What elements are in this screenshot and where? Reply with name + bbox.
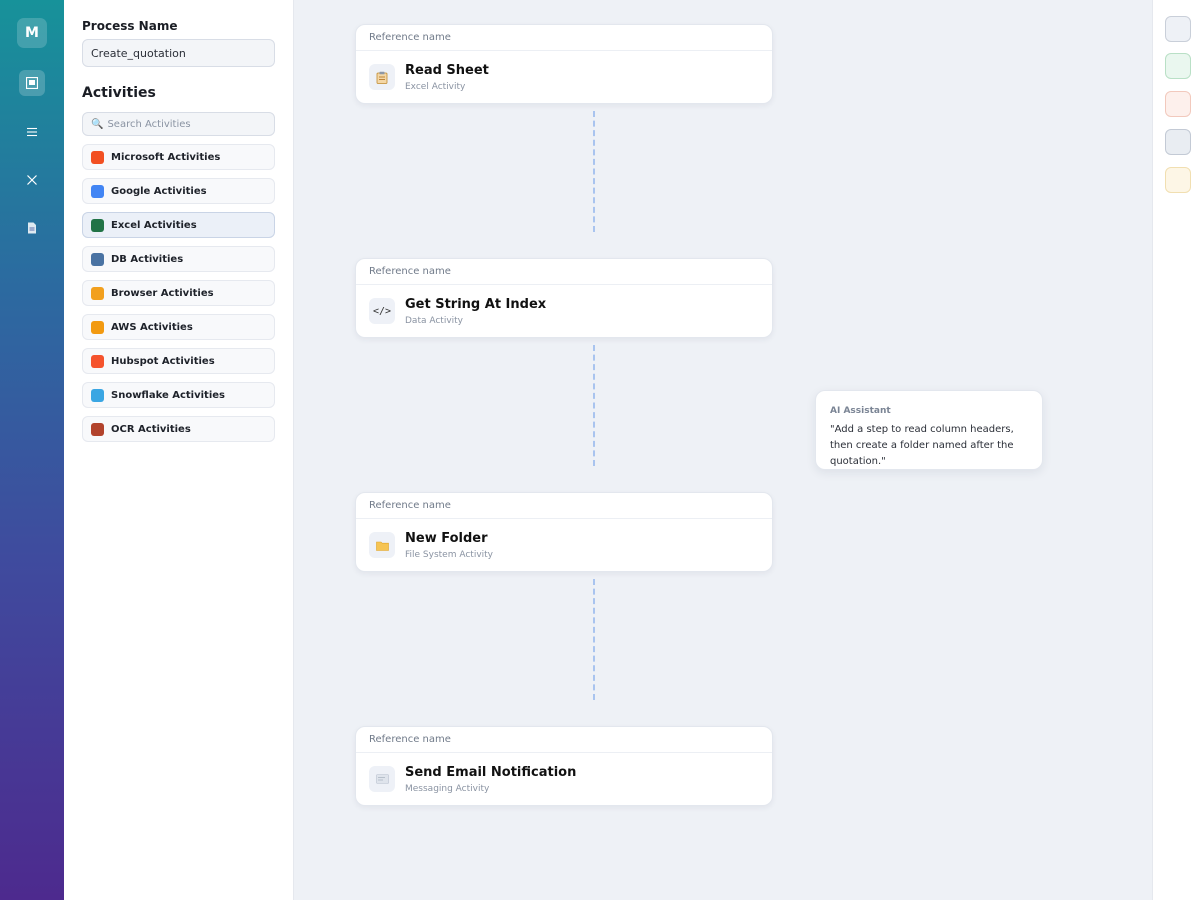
step-title: New Folder [405, 531, 488, 546]
step-reference-name: Reference name [356, 259, 772, 285]
category-label: Hubspot Activities [111, 355, 215, 367]
category-aws[interactable]: AWS Activities [82, 314, 275, 340]
browser-icon [91, 286, 104, 300]
step-type: Excel Activity [405, 82, 466, 92]
category-label: Snowflake Activities [111, 389, 225, 401]
ai-assistant-title: AI Assistant [830, 406, 891, 416]
category-ocr[interactable]: OCR Activities [82, 416, 275, 442]
category-label: Google Activities [111, 185, 207, 197]
tool-slate-button[interactable] [1165, 129, 1191, 155]
category-label: OCR Activities [111, 423, 191, 435]
category-label: AWS Activities [111, 321, 193, 333]
ocr-icon [91, 422, 104, 436]
category-browser[interactable]: Browser Activities [82, 280, 275, 306]
ai-assistant-message: "Add a step to read column headers, then… [830, 424, 1014, 467]
magnifier-icon: 🔍 [91, 118, 104, 130]
activities-sidebar: Process Name Activities 🔍 Microsoft Acti… [64, 0, 294, 900]
step-type: Messaging Activity [405, 784, 490, 794]
snowflake-icon [91, 388, 104, 402]
step-reference-name: Reference name [356, 493, 772, 519]
activity-category-list: Microsoft Activities Google Activities E… [82, 144, 275, 450]
app-logo[interactable]: M [17, 18, 47, 48]
search-activities-input[interactable] [107, 118, 268, 130]
category-google[interactable]: Google Activities [82, 178, 275, 204]
flow-connector [593, 579, 595, 700]
category-microsoft[interactable]: Microsoft Activities [82, 144, 275, 170]
excel-icon [91, 218, 104, 232]
list-icon[interactable] [19, 119, 45, 145]
folder-icon [369, 532, 395, 558]
process-name-input[interactable] [82, 39, 275, 67]
category-label: Excel Activities [111, 219, 197, 231]
process-name-label: Process Name [82, 19, 178, 33]
code-icon: </> [369, 298, 395, 324]
step-card-get-string-at-index[interactable]: Reference name </> Get String At Index D… [355, 258, 773, 338]
category-excel[interactable]: Excel Activities [82, 212, 275, 238]
hubspot-icon [91, 354, 104, 368]
tool-gray-button[interactable] [1165, 16, 1191, 42]
search-activities-field[interactable]: 🔍 [82, 112, 275, 136]
tool-red-button[interactable] [1165, 91, 1191, 117]
category-hubspot[interactable]: Hubspot Activities [82, 348, 275, 374]
step-title: Get String At Index [405, 297, 547, 312]
flow-connector [593, 345, 595, 466]
tool-green-button[interactable] [1165, 53, 1191, 79]
microsoft-icon [91, 150, 104, 164]
close-icon[interactable] [19, 167, 45, 193]
step-reference-name: Reference name [356, 727, 772, 753]
category-db[interactable]: DB Activities [82, 246, 275, 272]
category-label: DB Activities [111, 253, 184, 265]
category-snowflake[interactable]: Snowflake Activities [82, 382, 275, 408]
category-label: Microsoft Activities [111, 151, 221, 163]
nav-rail: M [0, 0, 64, 900]
step-type: Data Activity [405, 316, 464, 326]
email-icon [369, 766, 395, 792]
flow-connector [593, 111, 595, 232]
step-title: Read Sheet [405, 63, 489, 78]
clipboard-icon [369, 64, 395, 90]
step-type: File System Activity [405, 550, 494, 560]
step-card-new-folder[interactable]: Reference name New Folder File System Ac… [355, 492, 773, 572]
step-card-read-sheet[interactable]: Reference name Read Sheet Excel Activity [355, 24, 773, 104]
process-icon[interactable] [19, 70, 45, 96]
category-label: Browser Activities [111, 287, 214, 299]
workflow-canvas[interactable]: Reference name Read Sheet Excel Activity… [294, 0, 1152, 900]
tool-yellow-button[interactable] [1165, 167, 1191, 193]
ai-assistant-panel[interactable]: AI Assistant "Add a step to read column … [815, 390, 1043, 470]
right-toolbar [1152, 0, 1200, 900]
step-card-send-email-notification[interactable]: Reference name Send Email Notification M… [355, 726, 773, 806]
aws-icon [91, 320, 104, 334]
document-icon[interactable] [19, 215, 45, 241]
activities-heading: Activities [82, 85, 156, 101]
database-icon [91, 252, 104, 266]
step-title: Send Email Notification [405, 765, 577, 780]
step-reference-name: Reference name [356, 25, 772, 51]
google-icon [91, 184, 104, 198]
